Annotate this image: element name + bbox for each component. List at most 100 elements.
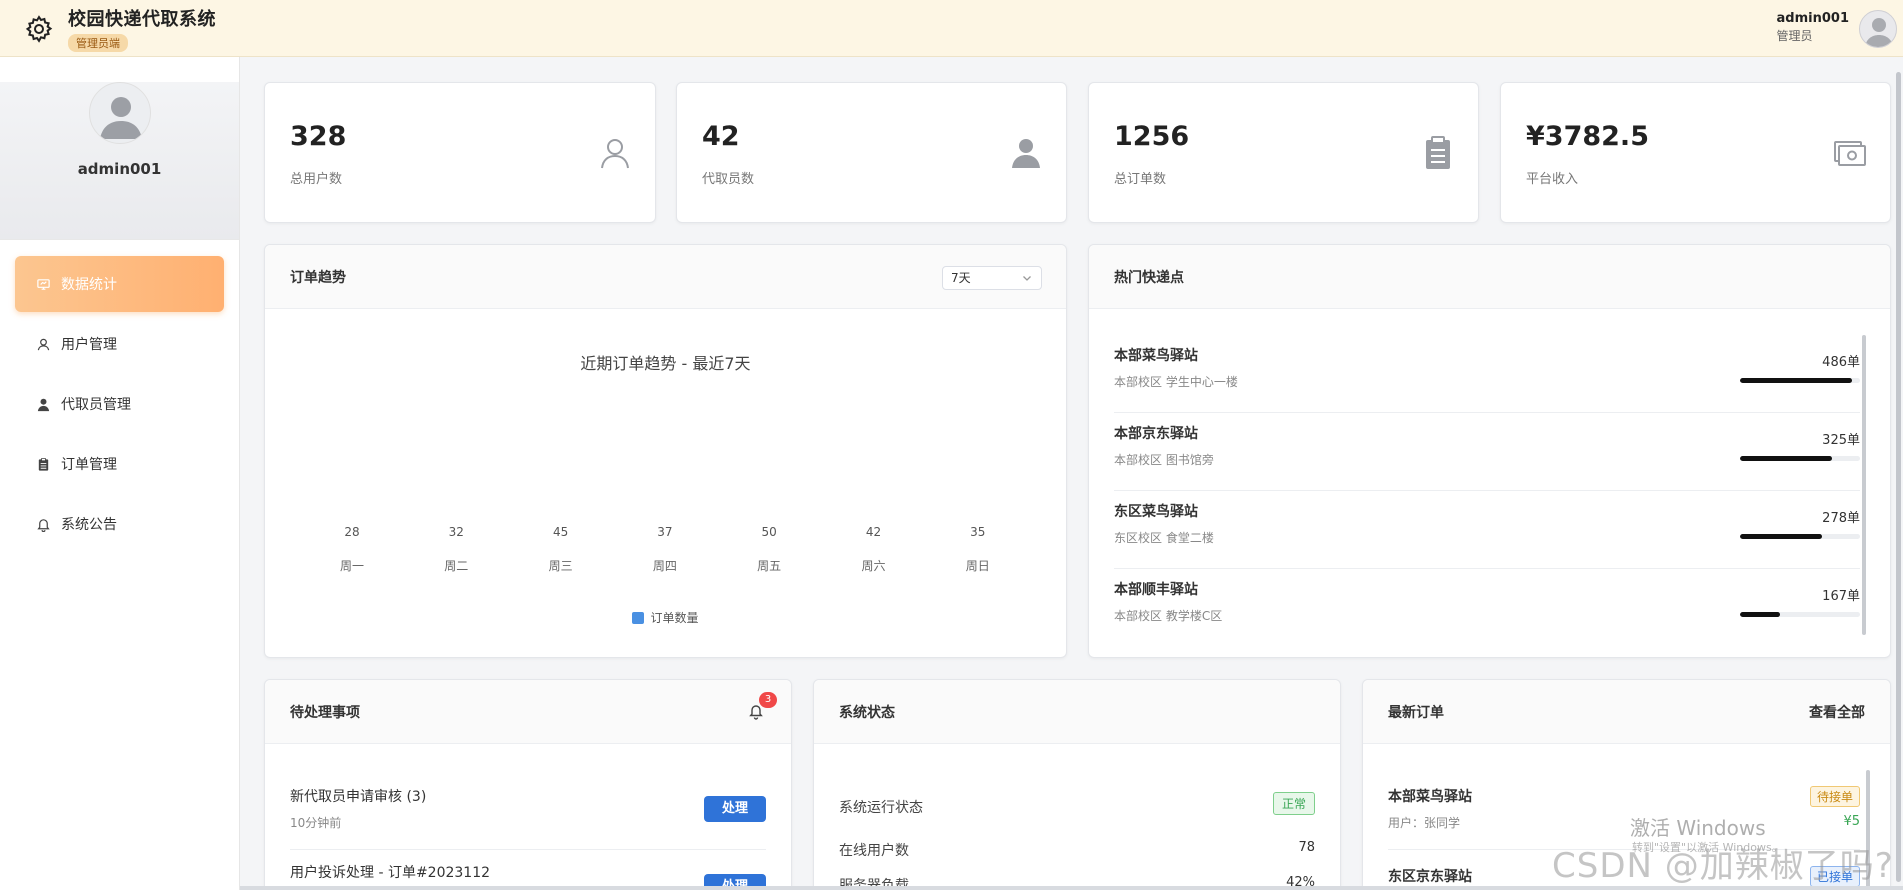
status-badge: 待接单 bbox=[1809, 786, 1860, 807]
handle-button[interactable]: 处理 bbox=[704, 796, 766, 822]
data-label: 37 bbox=[657, 525, 673, 539]
profile-name: admin001 bbox=[77, 160, 162, 178]
card-header: 待处理事项 bbox=[265, 680, 791, 744]
status-value: 78 bbox=[1298, 840, 1315, 855]
sidebar-item-label: 订单管理 bbox=[61, 457, 117, 473]
point-count: 167单 bbox=[1822, 589, 1860, 604]
sidebar-item-label: 代取员管理 bbox=[61, 397, 131, 413]
header-user-name: admin001 bbox=[1776, 11, 1849, 26]
chart-legend[interactable]: 订单数量 bbox=[265, 609, 1066, 626]
point-address: 东区校区 食堂二楼 bbox=[1114, 531, 1214, 545]
gear-icon[interactable] bbox=[24, 14, 54, 44]
scrollbar[interactable] bbox=[1862, 335, 1866, 635]
list-item[interactable]: 本部顺丰驿站 本部校区 教学楼C区 167单 bbox=[1114, 569, 1860, 647]
dashboard-icon bbox=[35, 276, 51, 292]
user-outline-icon bbox=[601, 139, 629, 169]
card-title: 最新订单 bbox=[1388, 704, 1444, 721]
order-point: 东区京东驿站 bbox=[1388, 869, 1472, 885]
list-item: 用户投诉处理 - 订单#2023112 处理 bbox=[290, 850, 766, 890]
view-all-link[interactable]: 查看全部 bbox=[1809, 702, 1865, 722]
role-badge: 管理员端 bbox=[68, 34, 128, 52]
data-label: 32 bbox=[448, 525, 464, 539]
pending-title: 用户投诉处理 - 订单#2023112 bbox=[290, 865, 491, 881]
x-tick-label: 周三 bbox=[548, 559, 573, 573]
stat-card-users: 328 总用户数 bbox=[264, 82, 656, 223]
app-title: 校园快递代取系统 bbox=[68, 9, 216, 30]
point-name: 本部菜鸟驿站 bbox=[1114, 348, 1198, 364]
x-tick-label: 周四 bbox=[652, 559, 677, 573]
sidebar-profile: admin001 bbox=[0, 82, 239, 240]
point-name: 本部京东驿站 bbox=[1114, 426, 1198, 442]
progress-fill bbox=[1740, 534, 1822, 539]
card-header: 系统状态 bbox=[814, 680, 1340, 744]
list-item[interactable]: 本部京东驿站 本部校区 图书馆旁 325单 bbox=[1114, 413, 1860, 491]
card-title: 热门快递点 bbox=[1114, 269, 1184, 286]
x-tick-label: 周日 bbox=[965, 559, 990, 573]
sidebar-item-announcements[interactable]: 系统公告 bbox=[15, 496, 224, 552]
x-tick-label: 周一 bbox=[339, 559, 364, 573]
stat-value: 328 bbox=[290, 121, 347, 152]
status-badge: 正常 bbox=[1272, 792, 1315, 815]
order-price: ¥5 bbox=[1843, 814, 1860, 829]
list-item: 新代取员申请审核 (3) 10分钟前 处理 bbox=[290, 772, 766, 850]
status-key: 系统运行状态 bbox=[839, 800, 923, 816]
clipboard-icon bbox=[35, 456, 51, 472]
user-icon bbox=[35, 336, 51, 352]
page-scrollbar[interactable] bbox=[1896, 72, 1901, 882]
stat-value: 42 bbox=[702, 121, 740, 152]
sidebar-item-label: 系统公告 bbox=[61, 517, 117, 533]
range-select-value: 7天 bbox=[951, 271, 971, 285]
avatar[interactable] bbox=[1859, 10, 1897, 48]
courier-icon bbox=[35, 396, 51, 412]
legend-label: 订单数量 bbox=[650, 611, 699, 625]
point-name: 东区菜鸟驿站 bbox=[1114, 504, 1198, 520]
point-name: 本部顺丰驿站 bbox=[1114, 582, 1198, 598]
status-key: 在线用户数 bbox=[839, 843, 909, 859]
progress-fill bbox=[1740, 378, 1852, 383]
list-item[interactable]: 东区菜鸟驿站 东区校区 食堂二楼 278单 bbox=[1114, 491, 1860, 569]
card-title: 系统状态 bbox=[839, 704, 895, 721]
progress-bar bbox=[1740, 534, 1860, 539]
pending-card: 待处理事项 3 新代取员申请审核 (3) 10分钟前 处理 用户投诉处理 - 订… bbox=[264, 679, 792, 890]
sidebar-item-couriers[interactable]: 代取员管理 bbox=[15, 376, 224, 432]
list-item[interactable]: 本部菜鸟驿站 本部校区 学生中心一楼 486单 bbox=[1114, 335, 1860, 413]
data-label: 35 bbox=[970, 525, 986, 539]
user-avatar-icon bbox=[1865, 18, 1893, 47]
progress-bar bbox=[1740, 456, 1860, 461]
stat-label: 总订单数 bbox=[1114, 172, 1167, 187]
money-icon bbox=[1834, 141, 1866, 166]
status-row: 系统运行状态 正常 bbox=[839, 787, 1315, 829]
hot-points-card: 热门快递点 本部菜鸟驿站 本部校区 学生中心一楼 486单 本部京东驿站 本部校… bbox=[1088, 244, 1891, 658]
legend-swatch bbox=[632, 612, 645, 624]
stat-card-couriers: 42 代取员数 bbox=[676, 82, 1067, 223]
hot-points-list: 本部菜鸟驿站 本部校区 学生中心一楼 486单 本部京东驿站 本部校区 图书馆旁… bbox=[1114, 335, 1860, 647]
progress-fill bbox=[1740, 456, 1833, 461]
csdn-watermark: CSDN @加辣椒了吗? bbox=[1552, 846, 1894, 886]
point-count: 325单 bbox=[1822, 433, 1860, 448]
user-avatar-icon bbox=[99, 97, 142, 139]
sidebar-item-orders[interactable]: 订单管理 bbox=[15, 436, 224, 492]
clipboard-icon bbox=[1426, 136, 1450, 169]
point-address: 本部校区 教学楼C区 bbox=[1114, 609, 1223, 623]
order-point: 本部菜鸟驿站 bbox=[1388, 789, 1472, 805]
avatar bbox=[88, 82, 151, 144]
x-tick-label: 周六 bbox=[861, 559, 886, 573]
card-header: 热门快递点 bbox=[1089, 245, 1890, 309]
progress-bar bbox=[1740, 378, 1860, 383]
sidebar-item-stats[interactable]: 数据统计 bbox=[15, 256, 224, 312]
point-address: 本部校区 学生中心一楼 bbox=[1114, 375, 1238, 389]
sidebar-item-users[interactable]: 用户管理 bbox=[15, 316, 224, 372]
brand: 校园快递代取系统 管理员端 bbox=[68, 5, 216, 52]
range-select[interactable]: 7天 bbox=[942, 266, 1042, 290]
x-tick-label: 周五 bbox=[757, 559, 782, 573]
sidebar-item-label: 用户管理 bbox=[61, 337, 117, 353]
stat-value: ¥3782.5 bbox=[1526, 121, 1649, 152]
stat-value: 1256 bbox=[1114, 121, 1190, 152]
data-label: 42 bbox=[865, 525, 882, 539]
top-header: 校园快递代取系统 管理员端 admin001 管理员 bbox=[0, 0, 1903, 57]
header-user-info[interactable]: admin001 管理员 bbox=[1777, 11, 1849, 44]
user-solid-icon bbox=[1012, 139, 1040, 168]
sidebar-item-label: 数据统计 bbox=[61, 277, 117, 293]
progress-bar bbox=[1740, 612, 1860, 617]
stat-label: 平台收入 bbox=[1526, 172, 1579, 187]
